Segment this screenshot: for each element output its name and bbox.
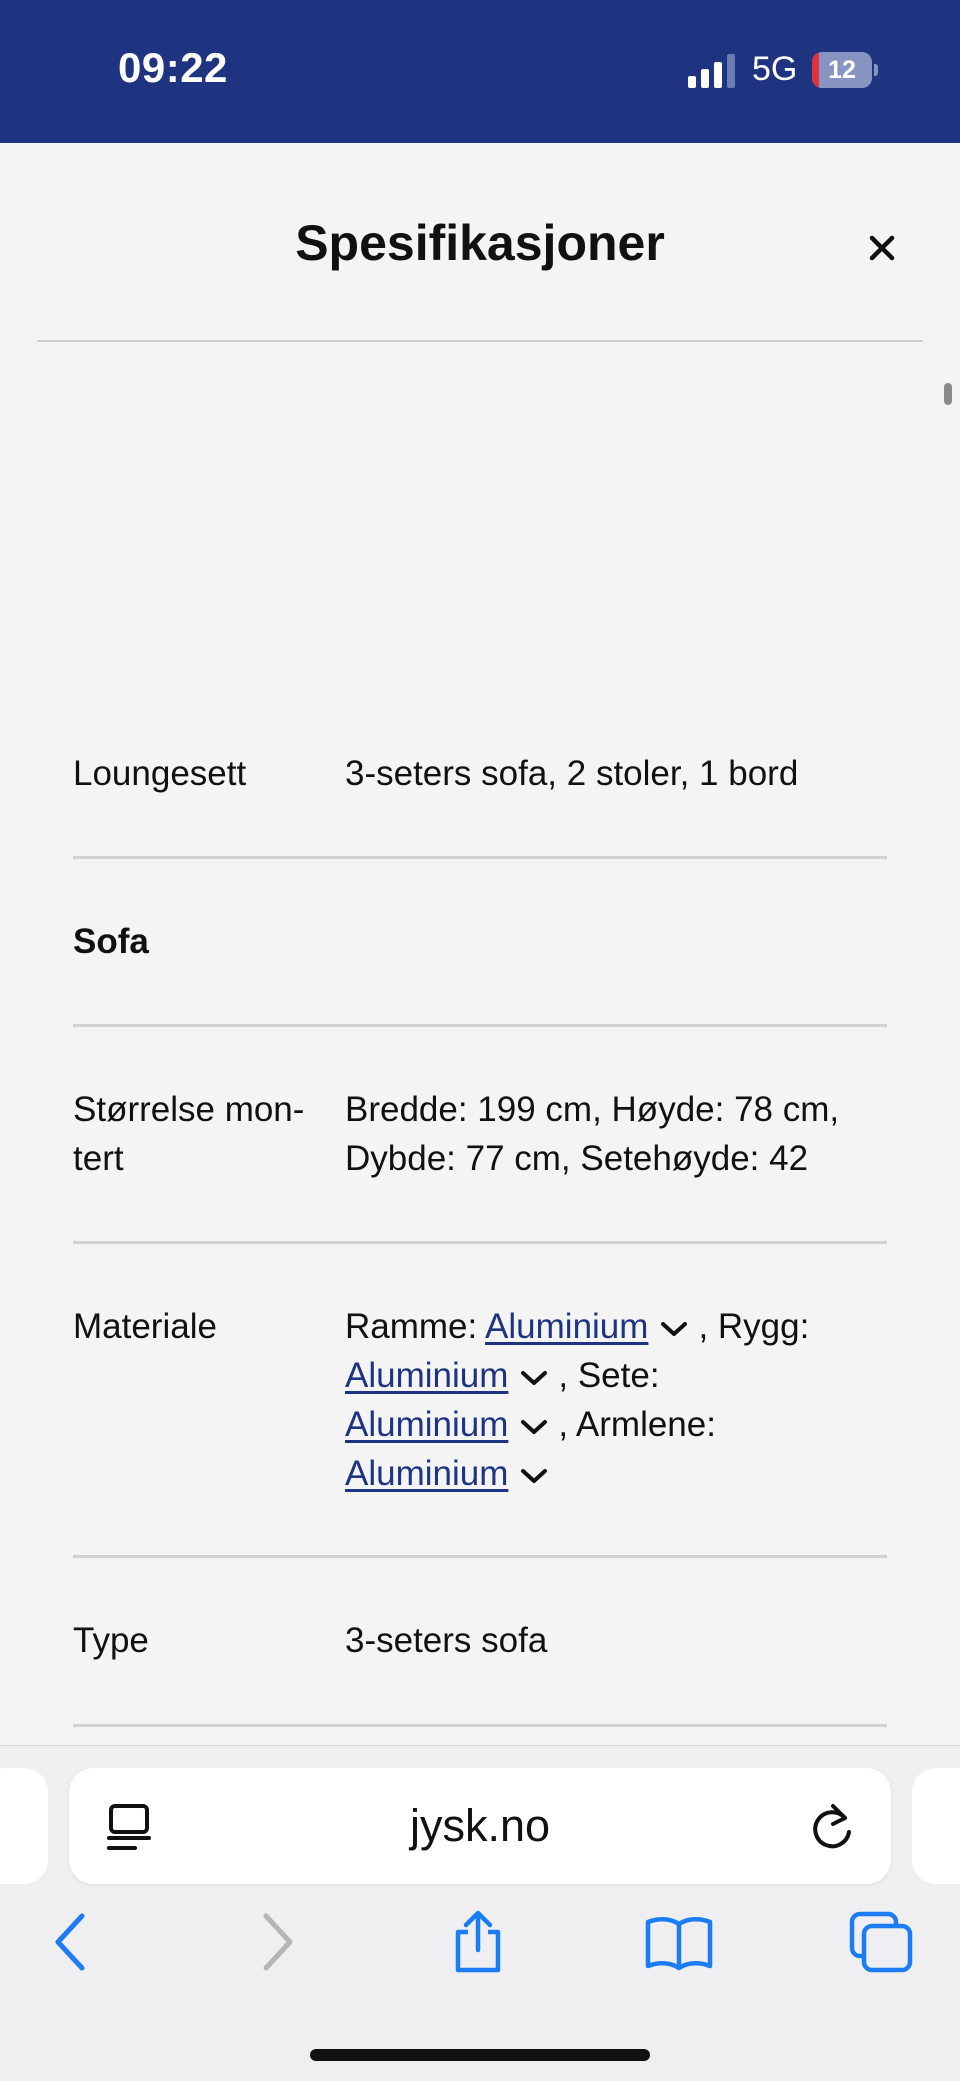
material-seat-link[interactable]: Aluminium [345,1405,508,1444]
spec-row-type: Type 3-seters sofa [73,1558,887,1727]
material-back-link[interactable]: Aluminium [345,1356,508,1395]
spec-value: 3-seters sofa, 2 stoler, 1 bord [345,754,799,793]
spec-value: Ramme: Aluminium , Rygg: Aluminium , Sete:… [345,1302,887,1498]
material-armrest-link[interactable]: Aluminium [345,1454,508,1493]
cellular-signal-icon [688,54,735,88]
next-tab-peek[interactable] [912,1768,960,1884]
spec-row-size: Størrelse mon- tert Bredde: 199 cm, Høyd… [73,1027,887,1244]
spec-label: Type [73,1621,149,1660]
spec-label-line: tert [73,1139,124,1178]
back-icon[interactable] [50,1910,90,1974]
spec-section-sofa: Sofa [73,859,887,1027]
scrollbar[interactable] [944,383,952,405]
battery-level: 12 [828,56,856,84]
spec-value: 3-seters sofa [345,1621,548,1660]
material-armrest-prefix: , Armlene: [558,1405,716,1444]
spec-row-loungesett: Loungesett 3-seters sofa, 2 stoler, 1 bo… [73,700,887,859]
material-frame-link[interactable]: Aluminium [485,1307,648,1346]
spec-table: Loungesett 3-seters sofa, 2 stoler, 1 bo… [73,700,887,1727]
battery-icon: 12 [812,52,878,88]
header-divider [37,340,923,342]
material-frame-prefix: Ramme: [345,1307,486,1346]
material-line: Aluminium [345,1449,887,1498]
spec-label-line: Størrelse mon- [73,1090,305,1129]
share-icon[interactable] [450,1910,506,1974]
chevron-down-icon[interactable] [518,1416,550,1438]
url-text[interactable]: jysk.no [69,1768,891,1884]
previous-tab-peek[interactable] [0,1768,48,1884]
tabs-icon[interactable] [848,1910,914,1974]
spec-label: Loungesett [73,754,247,793]
status-bar: 09:22 5G 12 [0,0,960,143]
status-time: 09:22 [118,44,228,91]
chevron-down-icon[interactable] [658,1318,690,1340]
section-title: Sofa [73,922,149,961]
spec-value: Bredde: 199 cm, Høyde: 78 cm, Dybde: 77 … [345,1085,887,1183]
material-seat-prefix: , Sete: [558,1356,660,1395]
network-type: 5G [752,50,798,88]
chevron-down-icon[interactable] [518,1367,550,1389]
material-line: Aluminium , Sete: [345,1351,887,1400]
modal-header: Spesifikasjoner [0,143,960,343]
spec-value-line: Bredde: 199 cm, Høyde: 78 cm, [345,1090,840,1129]
spec-row-material: Materiale Ramme: Aluminium , Rygg: Alumin… [73,1244,887,1558]
spec-label: Størrelse mon- tert [73,1085,313,1183]
home-indicator [310,2049,650,2061]
address-bar[interactable]: jysk.no [69,1768,891,1884]
chevron-down-icon[interactable] [518,1465,550,1487]
material-line: Aluminium , Armlene: [345,1400,887,1449]
spec-value-line: Dybde: 77 cm, Setehøyde: 42 [345,1139,809,1178]
spec-label: Materiale [73,1307,217,1346]
bookmarks-icon[interactable] [644,1910,714,1974]
reload-icon[interactable] [809,1800,857,1852]
close-icon[interactable] [858,224,906,272]
modal-title: Spesifikasjoner [295,215,665,271]
material-line: Ramme: Aluminium , Rygg: [345,1302,887,1351]
material-back-prefix: , Rygg: [698,1307,810,1346]
forward-icon[interactable] [258,1910,298,1974]
